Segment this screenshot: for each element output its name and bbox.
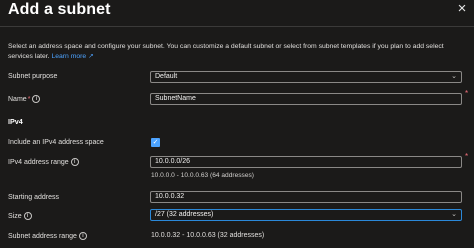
include-ipv4-label: Include an IPv4 address space — [8, 139, 104, 146]
required-asterisk: * — [465, 152, 469, 161]
subnet-purpose-label-text: Subnet purpose — [8, 73, 58, 80]
info-icon[interactable]: i — [23, 212, 32, 220]
ipv4-section-heading: IPv4 — [8, 117, 23, 126]
learn-more-link[interactable]: Learn more ↗ — [51, 53, 93, 60]
subnet-address-range-label: Subnet address range i — [8, 232, 87, 240]
name-label-text: Name — [8, 95, 27, 103]
ipv4-range-input[interactable]: 10.0.0.0/26 — [150, 156, 462, 168]
ipv4-range-value: 10.0.0.0/26 — [155, 158, 191, 165]
chevron-down-icon: ⌄ — [451, 211, 457, 218]
subnet-address-range-value: 10.0.0.32 - 10.0.0.63 (32 addresses) — [151, 232, 265, 239]
info-icon[interactable]: i — [70, 158, 79, 166]
ipv4-range-label-text: IPv4 address range — [8, 158, 69, 166]
info-icon[interactable]: i — [78, 232, 87, 240]
size-label-text: Size — [8, 212, 22, 220]
info-icon[interactable]: i — [32, 95, 41, 103]
subnet-address-range-label-text: Subnet address range — [8, 232, 77, 240]
starting-address-label: Starting address — [8, 194, 59, 201]
subnet-purpose-label: Subnet purpose — [8, 73, 57, 80]
required-indicator: * — [27, 95, 31, 103]
ipv4-range-label: IPv4 address range i — [8, 158, 79, 166]
subnet-purpose-dropdown[interactable]: Default ⌄ — [150, 71, 462, 83]
header-divider — [0, 26, 474, 27]
external-link-icon: ↗ — [88, 52, 94, 60]
required-asterisk: * — [465, 89, 469, 98]
name-value: SubnetName — [155, 95, 196, 102]
name-input[interactable]: SubnetName — [150, 93, 462, 105]
chevron-down-icon: ⌄ — [451, 73, 457, 80]
panel-title: Add a subnet — [8, 1, 111, 18]
starting-address-input[interactable]: 10.0.0.32 — [150, 191, 462, 203]
size-label: Size i — [8, 212, 32, 220]
starting-address-value: 10.0.0.32 — [155, 193, 185, 200]
size-dropdown[interactable]: /27 (32 addresses) ⌄ — [150, 209, 462, 221]
subnet-purpose-value: Default — [155, 73, 178, 80]
learn-more-label: Learn more — [51, 52, 87, 60]
checkmark-icon: ✓ — [152, 139, 159, 146]
ipv4-range-hint: 10.0.0.0 - 10.0.0.63 (64 addresses) — [151, 172, 255, 179]
name-label: Name* i — [8, 95, 41, 103]
include-ipv4-checkbox[interactable]: ✓ — [151, 138, 160, 147]
close-icon[interactable]: × — [455, 0, 469, 18]
size-value: /27 (32 addresses) — [155, 211, 214, 218]
panel-description: Select an address space and configure yo… — [8, 42, 468, 61]
